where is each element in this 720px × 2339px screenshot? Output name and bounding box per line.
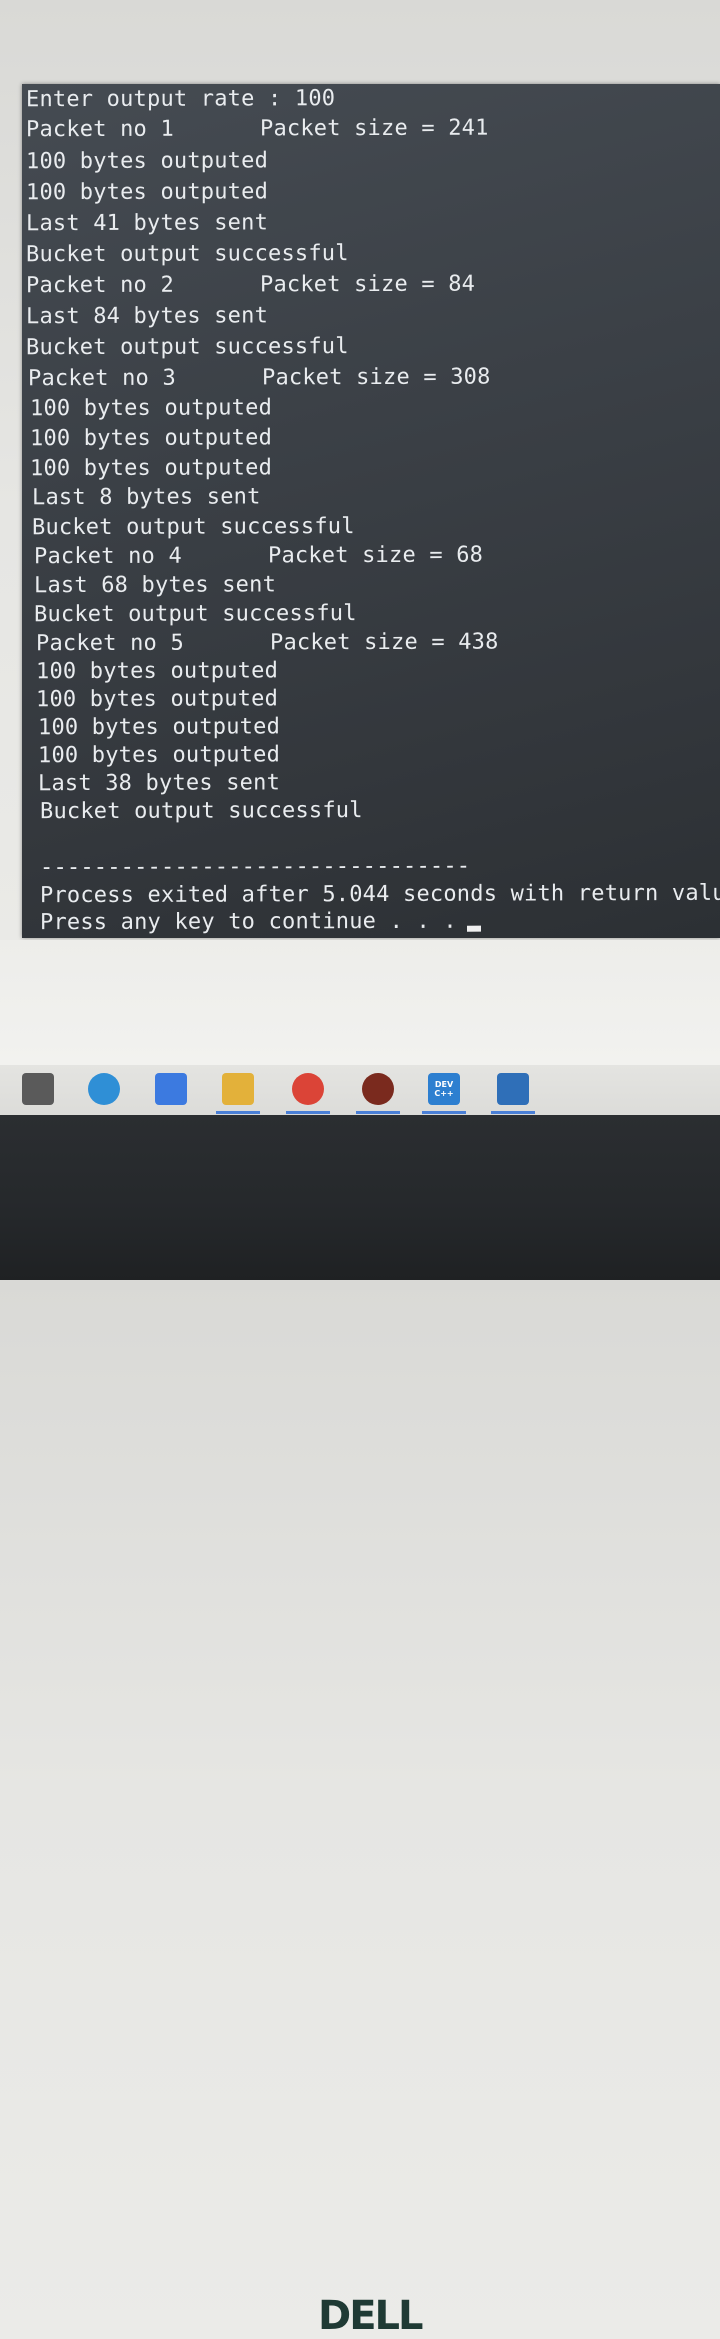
console-line: Packet no 3 Packet size = 308 <box>28 364 720 392</box>
console-line: Bucket output successful <box>26 240 720 268</box>
console-text: Last 41 bytes sent <box>26 210 269 237</box>
console-line: Bucket output successful <box>40 797 720 825</box>
divider-line-text: -------------------------------- <box>40 853 471 881</box>
exit-message-text: Process exited after 5.044 seconds with … <box>40 880 720 909</box>
console-text: 100 bytes outputed <box>38 742 281 769</box>
console-text: Packet no 1 <box>26 116 174 143</box>
console-line: 100 bytes outputed <box>36 657 720 685</box>
console-line: 100 bytes outputed <box>38 741 720 769</box>
console-text: 100 bytes outputed <box>26 148 269 175</box>
console-line: Last 41 bytes sent <box>26 209 720 237</box>
console-text: Last 84 bytes sent <box>26 303 269 330</box>
console-line: Packet no 4 Packet size = 68 <box>34 542 720 570</box>
console-line: Last 38 bytes sent <box>38 769 720 797</box>
console-text: 100 bytes outputed <box>36 686 279 713</box>
console-line: 100 bytes outputed <box>30 394 720 422</box>
console-text: 100 bytes outputed <box>30 455 273 482</box>
running-indicator <box>356 1111 400 1114</box>
running-indicator <box>286 1111 330 1114</box>
console-line: 100 bytes outputed <box>36 685 720 713</box>
app-icon[interactable] <box>362 1073 394 1105</box>
console-text: Last 38 bytes sent <box>38 770 281 797</box>
console-text: Bucket output successful <box>40 798 363 825</box>
console-text: Packet no 2 <box>26 272 174 299</box>
console-line: Packet no 2 Packet size = 84 <box>26 271 720 299</box>
packet-size-text: Packet size = 84 <box>260 271 476 298</box>
console-line: Last 8 bytes sent <box>32 483 720 511</box>
file-explorer-icon[interactable] <box>222 1073 254 1105</box>
console-text: 100 bytes outputed <box>30 425 273 452</box>
console-line: Last 68 bytes sent <box>34 571 720 599</box>
packet-size-text: Packet size = 438 <box>270 629 499 656</box>
console-line: Bucket output successful <box>34 600 720 628</box>
console-text: Bucket output successful <box>26 241 349 268</box>
packet-size-text: Packet size = 241 <box>260 115 489 142</box>
photos-icon[interactable] <box>497 1073 529 1105</box>
console-line: 100 bytes outputed <box>26 147 720 175</box>
divider-line: -------------------------------- <box>40 853 720 881</box>
console-line: 100 bytes outputed <box>38 713 720 741</box>
continue-prompt-text: Press any key to continue . . . <box>40 908 457 936</box>
running-indicator <box>422 1111 466 1114</box>
dell-logo: DELL <box>318 2293 424 2339</box>
packet-size-text: Packet size = 308 <box>262 364 491 391</box>
console-text: Packet no 3 <box>28 365 176 392</box>
console-text: Bucket output successful <box>32 514 355 541</box>
console-text: Packet no 4 <box>34 543 182 570</box>
edge-icon[interactable] <box>88 1073 120 1105</box>
console-line: Bucket output successful <box>32 513 720 541</box>
dev-cpp-icon[interactable]: DEV C++ <box>428 1073 460 1105</box>
laptop-bezel: DELL <box>0 1115 720 2339</box>
desktop-area <box>0 940 720 1065</box>
continue-prompt: Press any key to continue . . . <box>40 908 720 936</box>
console-line: Last 84 bytes sent <box>26 302 720 330</box>
console-text: 100 bytes outputed <box>38 714 281 741</box>
console-text: Bucket output successful <box>26 334 349 361</box>
running-indicator <box>216 1111 260 1114</box>
console-line: Packet no 1 Packet size = 241 <box>26 115 720 143</box>
console-window[interactable]: Enter output rate : 100 Packet no 1 Packet… <box>22 84 720 938</box>
running-indicator <box>491 1111 535 1114</box>
console-line: Enter output rate : 100 <box>26 85 720 113</box>
console-text: Bucket output successful <box>34 601 357 628</box>
chrome-icon[interactable] <box>292 1073 324 1105</box>
exit-message: Process exited after 5.044 seconds with … <box>40 881 720 909</box>
console-text: Last 8 bytes sent <box>32 484 261 511</box>
text-cursor <box>466 925 481 932</box>
zoom-icon[interactable] <box>155 1073 187 1105</box>
console-line: Packet no 5 Packet size = 438 <box>36 629 720 657</box>
console-text: Enter output rate : 100 <box>26 86 336 113</box>
icon-label: DEV C++ <box>434 1080 454 1098</box>
console-line: 100 bytes outputed <box>30 454 720 482</box>
packet-size-text: Packet size = 68 <box>268 542 484 569</box>
console-text: 100 bytes outputed <box>26 179 269 206</box>
console-line: Bucket output successful <box>26 333 720 361</box>
console-line: 100 bytes outputed <box>30 424 720 452</box>
console-text: 100 bytes outputed <box>30 395 273 422</box>
console-line: 100 bytes outputed <box>26 178 720 206</box>
console-text: Last 68 bytes sent <box>34 572 277 599</box>
console-text: Packet no 5 <box>36 630 184 657</box>
console-text: 100 bytes outputed <box>36 658 279 685</box>
store-icon[interactable] <box>22 1073 54 1105</box>
